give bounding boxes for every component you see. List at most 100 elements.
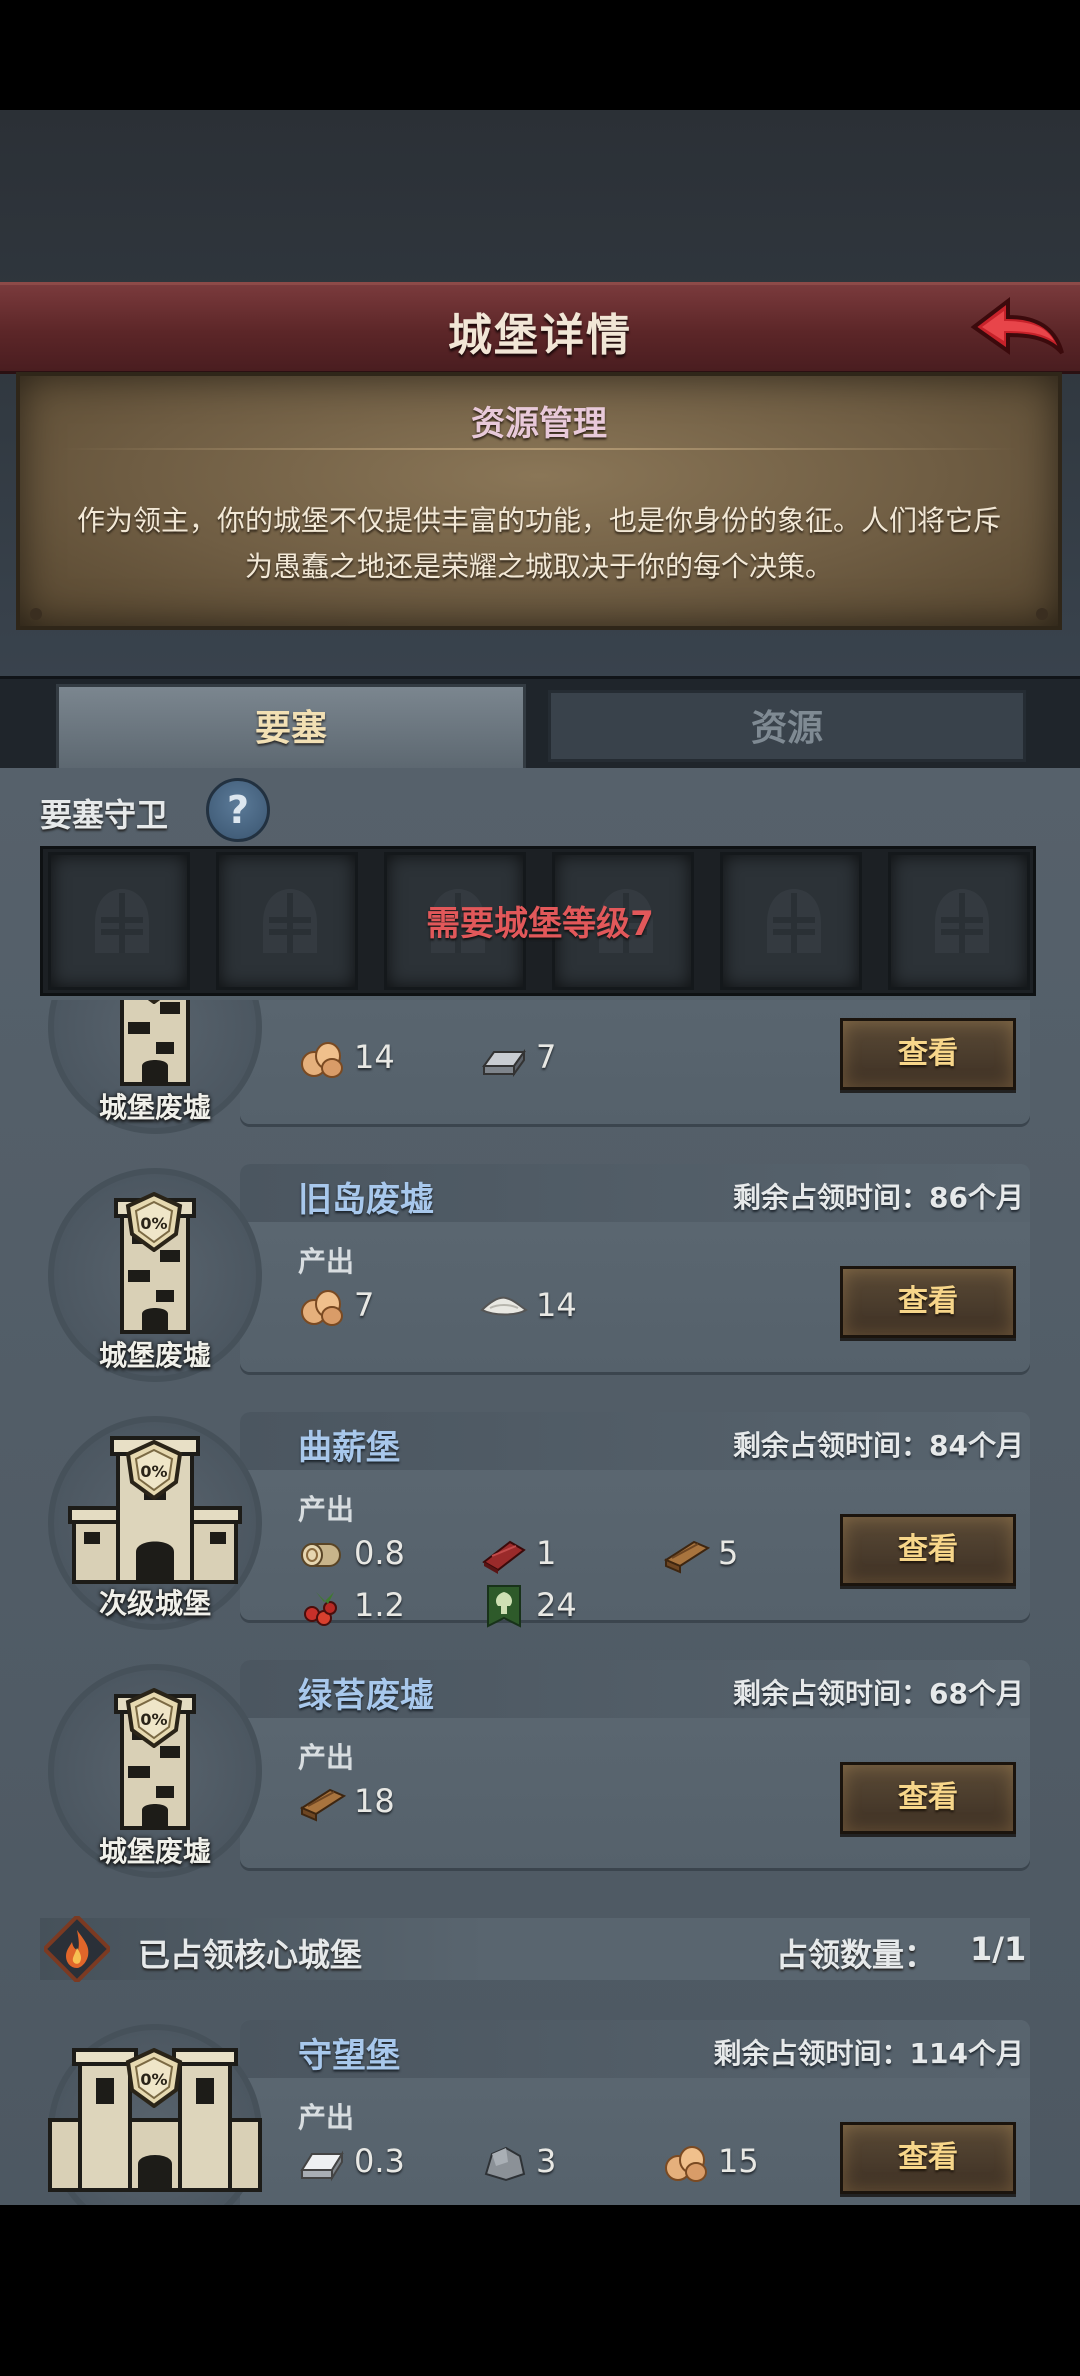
help-icon[interactable]: ? — [206, 778, 270, 842]
resource-item: 5 — [662, 1532, 832, 1576]
shield-icon: 0% — [125, 1687, 183, 1749]
planks-icon — [298, 1780, 347, 1824]
castle-type: 次级城堡 — [98, 1587, 211, 1620]
resource-item: 18 — [298, 1780, 468, 1824]
castle-name: 绿苔废墟 — [298, 1676, 434, 1716]
output-label: 产出 — [298, 1741, 355, 1774]
output-label: 产出 — [298, 1245, 355, 1278]
remaining-time: 剩余占领时间：114个月 — [713, 2037, 1024, 2070]
intro-panel: 资源管理 作为领主，你的城堡不仅提供丰富的功能，也是你身份的象征。人们将它斥为愚… — [16, 372, 1062, 630]
view-button[interactable]: 查看 — [840, 1018, 1016, 1090]
svg-text:0%: 0% — [140, 1214, 167, 1233]
resource-item: 15 — [662, 2140, 832, 2184]
shield-icon: 0% — [125, 1191, 183, 1253]
resource-value: 14 — [536, 1286, 577, 1324]
progress-badge: 0% — [124, 1000, 184, 1005]
guard-slot[interactable] — [720, 852, 862, 990]
resource-item: 7 — [298, 1284, 468, 1328]
shield-icon: 0% — [147, 1000, 161, 1005]
nail — [30, 608, 42, 620]
castle-type: 城堡废墟 — [98, 1339, 211, 1372]
resource-item: 24 — [480, 1584, 650, 1628]
view-button[interactable]: 查看 — [840, 2122, 1016, 2194]
salt-icon — [480, 1284, 528, 1328]
helmet-icon — [935, 889, 989, 953]
guard-slot[interactable] — [48, 852, 190, 990]
castle-list[interactable]: 0%城堡废墟产出147查看0%城堡废墟旧岛废墟剩余占领时间：86个月产出714查… — [0, 1000, 1080, 2205]
back-arrow-icon — [970, 296, 1064, 355]
progress-badge: 0% — [124, 1191, 184, 1253]
view-button[interactable]: 查看 — [840, 1266, 1016, 1338]
resource-item: 0.8 — [298, 1532, 468, 1576]
shield-icon: 0% — [125, 1439, 183, 1501]
castle-card: 0% 守望堡 剩余占领时间：114个月产出 0.3 3 15 查看 — [40, 2006, 1030, 2205]
title-bar: 城堡详情 — [0, 282, 1080, 374]
shield-icon: 0% — [125, 2047, 183, 2109]
remaining-time: 剩余占领时间：84个月 — [733, 1429, 1024, 1462]
guard-label: 要塞守卫 — [40, 796, 169, 834]
silver-ingot-icon — [298, 2140, 346, 2184]
resource-value: 0.3 — [354, 2142, 405, 2180]
divider — [60, 448, 1018, 450]
output-label: 产出 — [298, 1493, 355, 1526]
svg-text:0%: 0% — [140, 1462, 167, 1481]
castle-card: 0% 次级城堡 曲薪堡 剩余占领时间：84个月产出 0.8 1 5 1.2 24 查看 — [40, 1398, 1030, 1630]
fire-icon — [41, 1913, 113, 1985]
red-cloth-icon — [480, 1532, 528, 1576]
progress-badge: 0% — [124, 1687, 184, 1749]
castle-type: 城堡废墟 — [98, 1835, 211, 1868]
resource-item: 1.2 — [298, 1584, 468, 1628]
resource-value: 1.2 — [354, 1586, 405, 1624]
resource-value: 1 — [536, 1534, 557, 1572]
castle-emblem[interactable]: 0% 城堡废墟 — [40, 1150, 270, 1382]
castle-emblem[interactable]: 0% 次级城堡 — [40, 1398, 270, 1630]
castle-name: 曲薪堡 — [298, 1428, 400, 1468]
page-title: 城堡详情 — [448, 310, 632, 361]
nail — [1036, 608, 1048, 620]
resource-item: 3 — [480, 2140, 650, 2184]
castle-emblem[interactable]: 0% — [40, 2006, 270, 2205]
resource-value: 7 — [536, 1038, 557, 1076]
resource-value: 14 — [354, 1038, 395, 1076]
intro-title: 资源管理 — [471, 404, 607, 444]
progress-badge: 0% — [124, 2047, 184, 2109]
castle-emblem[interactable]: 0% 城堡废墟 — [40, 1646, 270, 1878]
log-icon — [298, 1532, 346, 1576]
resource-value: 0.8 — [354, 1534, 405, 1572]
castle-emblem[interactable]: 0% 城堡废墟 — [40, 1000, 270, 1134]
output-label: 产出 — [298, 2101, 355, 2134]
svg-text:0%: 0% — [140, 2070, 167, 2089]
castle-card: 0% 城堡废墟 旧岛废墟 剩余占领时间：86个月 产出 7 14 查看 — [40, 1150, 1030, 1382]
remaining-time: 剩余占领时间：68个月 — [733, 1677, 1024, 1710]
navigation-bar — [0, 2205, 1080, 2376]
castle-name: 守望堡 — [298, 2036, 400, 2076]
view-button[interactable]: 查看 — [840, 1762, 1016, 1834]
resource-value: 7 — [354, 1286, 375, 1324]
back-button[interactable] — [968, 293, 1068, 369]
tab-resources[interactable]: 资源 — [548, 690, 1026, 762]
resource-item: 7 — [480, 1036, 650, 1080]
occupy-count-value: 1/1 — [970, 1930, 1027, 1968]
castle-card: 0%城堡废墟产出147查看 — [40, 1000, 1030, 1134]
resource-item: 1 — [480, 1532, 650, 1576]
tab-fortress[interactable]: 要塞 — [56, 684, 526, 768]
ore-icon — [662, 2140, 710, 2184]
resource-item: 14 — [480, 1284, 650, 1328]
intro-text: 作为领主，你的城堡不仅提供丰富的功能，也是你身份的象征。人们将它斥为愚蠢之地还是… — [76, 504, 1001, 583]
guard-slot[interactable] — [216, 852, 358, 990]
resource-value: 15 — [718, 2142, 759, 2180]
guard-slot[interactable] — [888, 852, 1030, 990]
castle-card: 0% 城堡废墟 绿苔废墟 剩余占领时间：68个月产出 18 查看 — [40, 1646, 1030, 1878]
helmet-icon — [95, 889, 149, 953]
remaining-time: 剩余占领时间：86个月 — [733, 1181, 1024, 1214]
planks-icon — [662, 1532, 711, 1576]
tree-banner-icon — [480, 1584, 528, 1628]
castle-type: 城堡废墟 — [98, 1091, 211, 1124]
view-button[interactable]: 查看 — [840, 1514, 1016, 1586]
svg-text:0%: 0% — [140, 1710, 167, 1729]
resource-value: 24 — [536, 1586, 577, 1624]
status-bar — [0, 0, 1080, 110]
stone-icon — [480, 2140, 528, 2184]
berries-icon — [298, 1584, 346, 1628]
resource-item: 0.3 — [298, 2140, 468, 2184]
